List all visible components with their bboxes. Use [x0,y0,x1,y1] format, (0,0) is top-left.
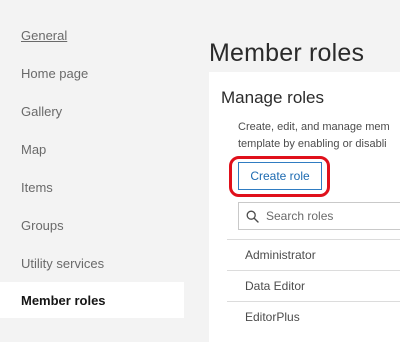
sidebar-item-label: Member roles [21,292,106,308]
role-row-editorplus[interactable]: EditorPlus [227,301,400,332]
search-icon [246,209,260,223]
role-row-data-editor[interactable]: Data Editor [227,270,400,301]
role-row-administrator[interactable]: Administrator [227,239,400,270]
sidebar-item-member-roles[interactable]: Member roles [0,282,184,318]
sidebar: General Home page Gallery Map Items Grou… [0,0,190,330]
sidebar-item-label: Utility services [21,255,105,271]
sidebar-item-label: Map [21,141,47,157]
search-roles-input[interactable] [266,209,400,223]
sidebar-item-home-page[interactable]: Home page [0,55,184,91]
role-name: EditorPlus [245,310,300,324]
section-title: Manage roles [221,88,325,107]
role-name: Data Editor [245,279,306,293]
description-line: template by enabling or disabli [238,138,387,150]
sidebar-item-groups[interactable]: Groups [0,207,184,243]
sidebar-item-items[interactable]: Items [0,169,184,205]
page-title: Member roles [209,38,365,67]
description-line: Create, edit, and manage mem [238,121,390,133]
sidebar-item-general[interactable]: General [0,17,184,53]
sidebar-item-label: Home page [21,65,89,81]
sidebar-item-gallery[interactable]: Gallery [0,93,184,129]
sidebar-item-label: Items [21,179,53,195]
sidebar-item-utility-services[interactable]: Utility services [0,245,184,281]
sidebar-item-map[interactable]: Map [0,131,184,167]
role-name: Administrator [245,248,316,262]
section-description: Create, edit, and manage mem template by… [238,119,400,153]
search-roles-field[interactable] [238,202,400,230]
sidebar-item-label: General [21,27,68,43]
manage-roles-panel: Manage roles Create, edit, and manage me… [209,72,400,342]
create-role-button[interactable]: Create role [238,162,322,190]
sidebar-item-label: Groups [21,217,64,233]
sidebar-item-label: Gallery [21,103,63,119]
